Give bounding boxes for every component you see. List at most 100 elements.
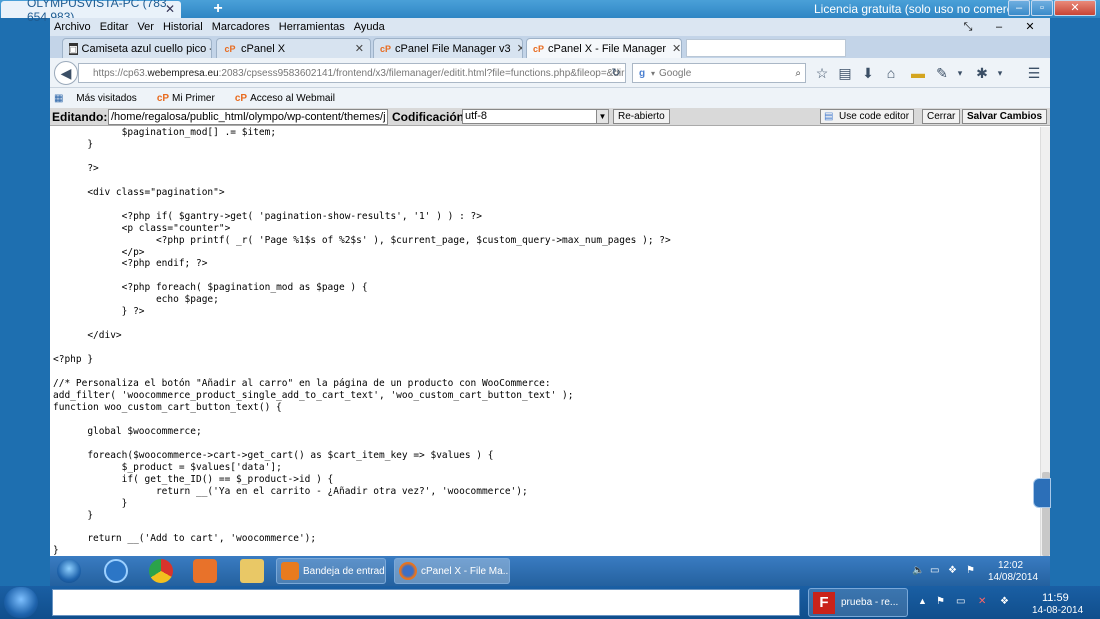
tab-cpanel-x[interactable]: cP cPanel X ✕ xyxy=(216,38,371,58)
outer-session-tab[interactable]: OLYMPUSVISTA-PC (783 654 983) ✕ xyxy=(1,0,181,24)
google-icon: g xyxy=(638,67,646,79)
flag-icon[interactable]: ⚑ xyxy=(936,596,945,607)
windows-start-icon[interactable] xyxy=(57,559,81,583)
menu-marcadores[interactable]: Marcadores xyxy=(212,21,270,33)
clock-time[interactable]: 12:02 xyxy=(998,560,1023,571)
new-tab-area[interactable] xyxy=(686,39,846,57)
local-system-tray: ▲ ⚑ ▭ ✕ ❖ 11:59 14-08-2014 xyxy=(916,588,1100,618)
chevron-up-icon[interactable]: ▲ xyxy=(918,596,927,606)
windows-start-icon[interactable] xyxy=(4,587,38,618)
folder-icon[interactable] xyxy=(240,559,264,583)
menu-historial[interactable]: Historial xyxy=(163,21,203,33)
navigation-bar: ◀ https://cp63. webempresa.eu:2083/cpsess… xyxy=(50,58,1050,88)
new-session-button[interactable]: + xyxy=(209,0,227,18)
code-editor-icon: ▤ xyxy=(824,111,834,122)
home-icon[interactable]: ⌂ xyxy=(881,63,901,83)
puzzle-icon[interactable]: ✱ xyxy=(972,63,992,83)
encoding-value: utf-8 xyxy=(465,110,488,122)
media-player-icon[interactable] xyxy=(193,559,217,583)
cpanel-icon: cP xyxy=(156,92,170,104)
muted-volume-icon[interactable]: ✕ xyxy=(978,596,986,607)
maximize-button[interactable]: ▫ xyxy=(1031,0,1053,16)
tab-label: cPanel X xyxy=(241,42,286,55)
close-tab-icon[interactable]: ✕ xyxy=(349,42,364,55)
eyedropper-icon[interactable]: ✎ xyxy=(932,63,952,83)
network-icon[interactable]: ▭ xyxy=(956,596,965,607)
task-firefox[interactable]: cPanel X - File Ma... xyxy=(394,558,510,584)
chevron-down-icon[interactable]: ▼ xyxy=(596,110,608,123)
remote-system-tray: 🔈 ▭ ❖ ⚑ 12:02 14/08/2014 xyxy=(910,558,1050,584)
search-bar[interactable]: g ▾ Google ⌕ xyxy=(632,63,806,83)
bookmark-most-visited[interactable]: ▦ Más visitados xyxy=(54,93,147,104)
bookmarks-bar: ▦ Más visitados cP Mi Primer cP Acceso al … xyxy=(50,88,1050,108)
code-text[interactable]: $pagination_mod[] .= $item; } ?> <div cl… xyxy=(53,127,671,556)
close-icon[interactable]: ✕ xyxy=(1019,18,1041,36)
file-path-field[interactable]: /home/regalosa/public_html/olympo/wp-con… xyxy=(108,109,388,125)
network-icon[interactable]: ▭ xyxy=(930,565,939,576)
search-placeholder: Google xyxy=(659,67,692,79)
tab-label: cPanel File Manager v3 xyxy=(395,42,511,55)
minimize-icon[interactable]: – xyxy=(988,18,1010,36)
chevron-down-icon[interactable]: ▾ xyxy=(950,63,970,83)
bookmark-mi-primer[interactable]: cP Mi Primer xyxy=(157,93,225,104)
cpanel-icon: cP xyxy=(380,43,392,54)
teamviewer-panel-handle[interactable] xyxy=(1033,478,1051,508)
url-rest: :2083/cpsess9583602141/frontend/x3/filem… xyxy=(218,67,626,79)
dropbox-icon[interactable]: ❖ xyxy=(948,565,957,576)
addon-icon[interactable]: ▬ xyxy=(908,63,928,83)
task-filezilla[interactable]: F prueba - re... xyxy=(808,588,908,617)
bookmark-star-icon[interactable]: ☆ xyxy=(812,63,832,83)
editing-label: Editando: xyxy=(52,110,108,124)
downloads-icon[interactable]: ⬇ xyxy=(858,63,878,83)
menu-ayuda[interactable]: Ayuda xyxy=(354,21,385,33)
chevron-down-icon[interactable]: ▾ xyxy=(990,63,1010,83)
url-bar[interactable]: https://cp63. webempresa.eu:2083/cpsess95… xyxy=(78,63,626,83)
dropbox-icon[interactable]: ❖ xyxy=(1000,596,1009,607)
hamburger-menu-icon[interactable]: ☰ xyxy=(1024,63,1044,83)
bookmark-webmail[interactable]: cP Acceso al Webmail xyxy=(235,93,345,104)
bookmark-folder-icon: ▦ xyxy=(54,92,67,104)
restore-icon[interactable]: ⤡ xyxy=(957,18,979,36)
chevron-down-icon[interactable]: ▾ xyxy=(651,69,655,78)
bookmark-label: Acceso al Webmail xyxy=(250,92,335,104)
remote-taskbar: Bandeja de entrad... cPanel X - File Ma.… xyxy=(50,556,1050,586)
tab-camiseta[interactable]: ▣ Camiseta azul cuello pico -... ✕ xyxy=(62,38,212,58)
flag-icon[interactable]: ⚑ xyxy=(966,565,975,576)
save-changes-button[interactable]: Salvar Cambios xyxy=(962,109,1048,124)
clock-date[interactable]: 14-08-2014 xyxy=(1032,605,1083,616)
tab-file-manager[interactable]: cP cPanel X - File Manager ✕ xyxy=(526,38,682,58)
task-label: cPanel X - File Ma... xyxy=(421,565,510,577)
close-tab-icon[interactable]: ✕ xyxy=(511,42,522,55)
clock-date[interactable]: 14/08/2014 xyxy=(988,572,1038,583)
close-icon[interactable]: ✕ xyxy=(165,2,175,16)
close-editor-button[interactable]: Cerrar xyxy=(922,109,961,124)
volume-icon[interactable]: 🔈 xyxy=(912,565,924,576)
reload-icon[interactable]: ↻ xyxy=(606,63,626,83)
menu-editar[interactable]: Editar xyxy=(100,21,129,33)
code-editor-area[interactable]: $pagination_mod[] .= $item; } ?> <div cl… xyxy=(50,127,1040,556)
bookmarks-list-icon[interactable]: ▤ xyxy=(835,63,855,83)
reopen-button[interactable]: Re-abierto xyxy=(613,109,670,124)
encoding-select[interactable]: utf-8 ▼ xyxy=(462,109,609,124)
minimize-button[interactable]: – xyxy=(1008,0,1030,16)
shirt-icon: ▣ xyxy=(69,42,78,55)
firefox-window: Archivo Editar Ver Historial Marcadores … xyxy=(50,18,1050,556)
phone-icon[interactable] xyxy=(104,559,128,583)
code-editor-button[interactable]: ▤ Use code editor xyxy=(820,109,915,124)
menu-herramientas[interactable]: Herramientas xyxy=(279,21,345,33)
search-icon[interactable]: ⌕ xyxy=(795,68,801,79)
clock-time[interactable]: 11:59 xyxy=(1042,592,1069,604)
close-button[interactable]: ✕ xyxy=(1054,0,1096,16)
url-domain: webempresa.eu xyxy=(147,67,219,79)
local-taskbar: F prueba - re... ▲ ⚑ ▭ ✕ ❖ 11:59 14-08-2… xyxy=(0,586,1100,619)
task-outlook[interactable]: Bandeja de entrad... xyxy=(276,558,386,584)
cpanel-icon: cP xyxy=(224,43,236,54)
menu-archivo[interactable]: Archivo xyxy=(54,21,91,33)
chrome-icon[interactable] xyxy=(149,559,173,583)
cpanel-icon: cP xyxy=(234,92,248,104)
encoding-label: Codificación: xyxy=(392,110,469,124)
close-tab-icon[interactable]: ✕ xyxy=(666,42,681,55)
menu-ver[interactable]: Ver xyxy=(137,21,154,33)
tab-file-manager-v3[interactable]: cP cPanel File Manager v3 ✕ xyxy=(373,38,523,58)
back-button[interactable]: ◀ xyxy=(54,61,78,85)
